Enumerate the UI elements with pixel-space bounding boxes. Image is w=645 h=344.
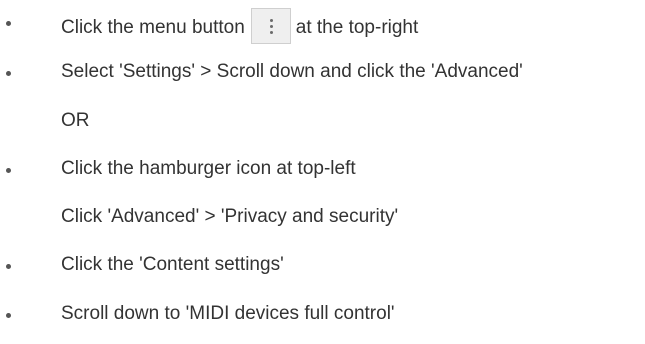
- instruction-or: OR: [61, 110, 90, 131]
- bullet-2: [6, 71, 11, 76]
- bullet-5: [6, 313, 11, 318]
- bullet-3: [6, 168, 11, 173]
- instruction-4: Click the 'Content settings': [61, 254, 284, 275]
- bullet-4: [6, 264, 11, 269]
- instruction-1-text-before: Click the menu button: [61, 17, 245, 39]
- instruction-1-text-after: at the top-right: [295, 17, 419, 39]
- instruction-3-continuation: Click 'Advanced' > 'Privacy and security…: [61, 206, 399, 227]
- instruction-5: Scroll down to 'MIDI devices full contro…: [61, 303, 395, 324]
- bullet-1: [6, 21, 11, 26]
- kebab-menu-icon: [250, 8, 291, 44]
- instruction-3: Click the hamburger icon at top-left: [61, 158, 356, 179]
- instruction-1: Click the menu button at the top-right: [61, 8, 419, 46]
- instruction-2: Select 'Settings' > Scroll down and clic…: [61, 61, 523, 82]
